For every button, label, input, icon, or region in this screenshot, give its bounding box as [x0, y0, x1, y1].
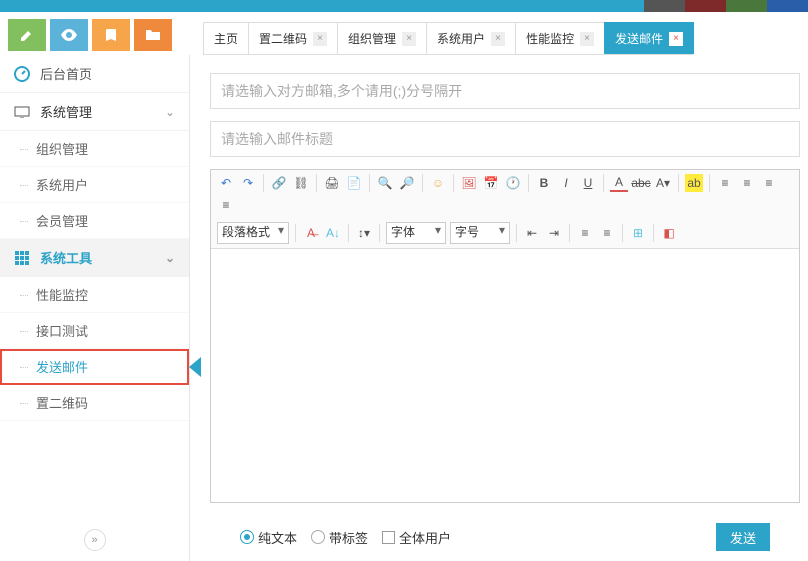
chevron-down-icon: ⌄	[165, 251, 175, 265]
edit-button[interactable]	[8, 19, 46, 51]
sidebar-collapse-button[interactable]: »	[84, 529, 106, 551]
tab-sendmail[interactable]: 发送邮件×	[604, 22, 694, 54]
sidebar-item-members[interactable]: 会员管理	[0, 203, 189, 239]
align-center-icon[interactable]: ≡	[738, 174, 756, 192]
outdent-icon[interactable]: ⇤	[523, 224, 541, 242]
strikethrough-icon[interactable]: abc	[632, 174, 650, 192]
emoji-icon[interactable]: ☺	[429, 174, 447, 192]
tab-users[interactable]: 系统用户×	[426, 22, 516, 54]
indent-icon[interactable]: ⇥	[545, 224, 563, 242]
swatch-red[interactable]	[685, 0, 726, 12]
close-icon[interactable]: ×	[402, 32, 416, 46]
sidebar: 后台首页 系统管理 ⌄ 组织管理 系统用户 会员管理 系统工具 ⌄ 性能监控 接…	[0, 55, 190, 561]
sidebar-group-system-manage[interactable]: 系统管理 ⌄	[0, 93, 189, 131]
view-button[interactable]	[50, 19, 88, 51]
sidebar-item-sysusers[interactable]: 系统用户	[0, 167, 189, 203]
sidebar-item-perf[interactable]: 性能监控	[0, 277, 189, 313]
sidebar-item-label: 系统管理	[40, 102, 92, 121]
font-family-select[interactable]: 字体	[386, 222, 446, 244]
image-icon[interactable]: 🖼	[460, 174, 478, 192]
font-size-select[interactable]: 字号	[450, 222, 510, 244]
grid-icon	[14, 250, 30, 266]
close-icon[interactable]: ×	[580, 32, 594, 46]
italic-icon[interactable]: I	[557, 174, 575, 192]
ordered-list-icon[interactable]: ≡	[576, 224, 594, 242]
close-icon[interactable]: ×	[491, 32, 505, 46]
sidebar-item-apitest[interactable]: 接口测试	[0, 313, 189, 349]
bold-icon[interactable]: B	[535, 174, 553, 192]
highlight-icon[interactable]: ab	[685, 174, 703, 192]
chevron-down-icon: ⌄	[165, 105, 175, 119]
justify-icon[interactable]: ≡	[217, 196, 235, 214]
topbar	[0, 0, 808, 12]
table-icon[interactable]: ⊞	[629, 224, 647, 242]
radio-plaintext[interactable]: 纯文本	[240, 528, 297, 547]
special-icon[interactable]: ◧	[660, 224, 678, 242]
tab-home[interactable]: 主页	[203, 22, 249, 54]
dashboard-icon	[14, 66, 30, 82]
font-color-icon[interactable]: A	[610, 174, 628, 192]
print-icon[interactable]: 🖨	[323, 174, 341, 192]
unordered-list-icon[interactable]: ≡	[598, 224, 616, 242]
recipients-input[interactable]	[210, 73, 800, 109]
sidebar-item-label: 系统工具	[40, 248, 92, 267]
sidebar-item-sendmail[interactable]: 发送邮件	[0, 349, 189, 385]
rich-text-editor: ↶ ↷ 🔗 ⛓ 🖨 📄 🔍 🔎 ☺ 🖼 📅 🕐 B I	[210, 169, 800, 503]
font-icon[interactable]: A▾	[654, 174, 672, 192]
tab-org[interactable]: 组织管理×	[337, 22, 427, 54]
time-icon[interactable]: 🕐	[504, 174, 522, 192]
swatch-blue[interactable]	[767, 0, 808, 12]
monitor-icon	[14, 106, 30, 118]
template-icon[interactable]: 📄	[345, 174, 363, 192]
align-left-icon[interactable]: ≡	[716, 174, 734, 192]
checkbox-allusers[interactable]: 全体用户	[382, 528, 451, 547]
main-content: ↶ ↷ 🔗 ⛓ 🖨 📄 🔍 🔎 ☺ 🖼 📅 🕐 B I	[190, 55, 808, 561]
sidebar-item-qrcode[interactable]: 置二维码	[0, 385, 189, 421]
folder-button[interactable]	[134, 19, 172, 51]
active-indicator-icon	[189, 357, 201, 377]
date-icon[interactable]: 📅	[482, 174, 500, 192]
align-right-icon[interactable]: ≡	[760, 174, 778, 192]
sidebar-item-org[interactable]: 组织管理	[0, 131, 189, 167]
tab-perf[interactable]: 性能监控×	[515, 22, 605, 54]
sidebar-item-label: 后台首页	[40, 64, 92, 83]
format-select[interactable]: 段落格式	[217, 222, 289, 244]
tab-qrcode[interactable]: 置二维码×	[248, 22, 338, 54]
sub-icon[interactable]: A↓	[324, 224, 342, 242]
close-icon[interactable]: ×	[669, 32, 683, 46]
editor-textarea[interactable]	[211, 249, 799, 502]
send-options-row: 纯文本 带标签 全体用户 发送	[210, 515, 800, 551]
tab-bar: 主页 置二维码× 组织管理× 系统用户× 性能监控× 发送邮件×	[203, 22, 693, 55]
underline-icon[interactable]: U	[579, 174, 597, 192]
radio-withtag[interactable]: 带标签	[311, 528, 368, 547]
line-height-icon[interactable]: ↕▾	[355, 224, 373, 242]
swatch-green[interactable]	[726, 0, 767, 12]
theme-swatches	[644, 0, 808, 12]
link-icon[interactable]: 🔗	[270, 174, 288, 192]
unlink-icon[interactable]: ⛓	[292, 174, 310, 192]
find-icon[interactable]: 🔍	[376, 174, 394, 192]
redo-icon[interactable]: ↷	[239, 174, 257, 192]
replace-icon[interactable]: 🔎	[398, 174, 416, 192]
close-icon[interactable]: ×	[313, 32, 327, 46]
sidebar-group-system-tools[interactable]: 系统工具 ⌄	[0, 239, 189, 277]
swatch-dark[interactable]	[644, 0, 685, 12]
book-button[interactable]	[92, 19, 130, 51]
sidebar-item-home[interactable]: 后台首页	[0, 55, 189, 93]
editor-toolbar: ↶ ↷ 🔗 ⛓ 🖨 📄 🔍 🔎 ☺ 🖼 📅 🕐 B I	[211, 170, 799, 249]
send-button[interactable]: 发送	[716, 523, 770, 551]
subject-input[interactable]	[210, 121, 800, 157]
clear-format-icon[interactable]: A̶	[302, 224, 320, 242]
undo-icon[interactable]: ↶	[217, 174, 235, 192]
